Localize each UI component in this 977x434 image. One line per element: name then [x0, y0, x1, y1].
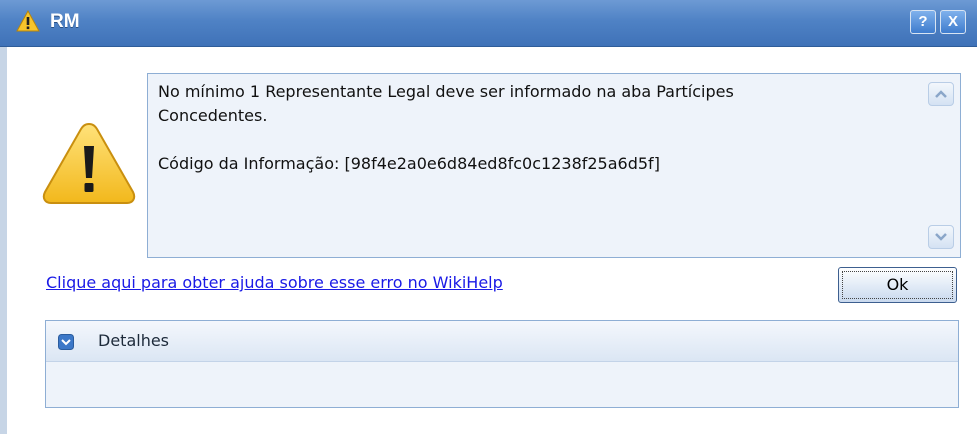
scroll-up-button[interactable]	[928, 82, 954, 106]
chevron-down-icon[interactable]	[58, 334, 74, 350]
details-panel: Detalhes	[45, 320, 959, 408]
wikihelp-link[interactable]: Clique aqui para obter ajuda sobre esse …	[46, 273, 503, 292]
warning-icon	[42, 122, 136, 204]
error-message: No mínimo 1 Representante Legal deve ser…	[158, 82, 734, 173]
warning-icon	[16, 10, 40, 32]
window-title: RM	[50, 11, 80, 32]
scroll-down-button[interactable]	[928, 225, 954, 249]
help-button[interactable]: ?	[910, 10, 936, 34]
close-button[interactable]: X	[940, 10, 966, 34]
ok-button-label: Ok	[886, 275, 909, 294]
details-label: Detalhes	[98, 331, 170, 350]
message-box: No mínimo 1 Representante Legal deve ser…	[147, 73, 961, 258]
title-bar[interactable]: RM ? X	[0, 0, 977, 47]
chevron-up-icon	[935, 90, 947, 98]
error-dialog: RM ? X No mínimo 1 Representante Legal d…	[0, 0, 977, 434]
details-header[interactable]: Detalhes	[46, 321, 958, 362]
chevron-down-icon	[935, 233, 947, 241]
ok-button[interactable]: Ok	[838, 267, 957, 303]
